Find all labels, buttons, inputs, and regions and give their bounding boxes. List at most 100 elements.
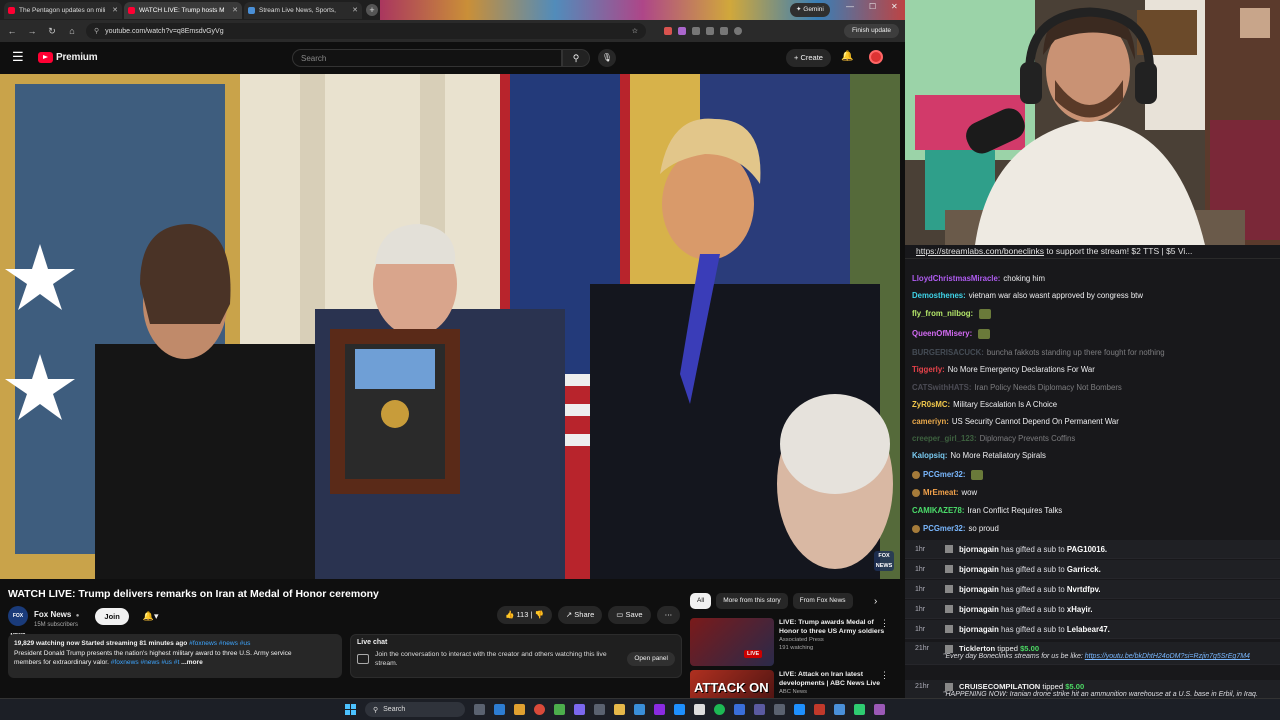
puzzle-icon[interactable] <box>720 27 728 35</box>
spotify-icon[interactable] <box>714 704 725 715</box>
microphone-icon[interactable]: 🎙 <box>598 49 616 67</box>
app-icon[interactable] <box>794 704 805 715</box>
browser-tab[interactable]: Stream Live News, Sports, ✕ <box>244 1 362 19</box>
avatar[interactable] <box>869 50 883 64</box>
app-icon[interactable] <box>854 704 865 715</box>
close-tab-icon[interactable]: ✕ <box>232 6 238 14</box>
windows-start-icon[interactable] <box>345 704 356 715</box>
search-icon[interactable]: ⚲ <box>562 49 590 67</box>
gifter-name[interactable]: bjornagain <box>959 585 999 594</box>
open-panel-button[interactable]: Open panel <box>627 652 675 666</box>
chat-username[interactable]: Kalopsiq: <box>912 451 948 461</box>
video-thumbnail[interactable]: ATTACK ON <box>690 670 774 698</box>
share-button[interactable]: ↗ Share <box>557 606 603 624</box>
chat-username[interactable]: ZyR0sMC: <box>912 400 950 410</box>
description-box[interactable]: 19,829 watching now Started streaming 81… <box>8 634 342 678</box>
extension-icon[interactable] <box>706 27 714 35</box>
app-icon[interactable] <box>834 704 845 715</box>
menu-icon[interactable]: ☰ <box>12 49 28 65</box>
gifter-name[interactable]: bjornagain <box>959 545 999 554</box>
app-icon[interactable] <box>514 704 525 715</box>
app-icon[interactable] <box>754 704 765 715</box>
gifter-name[interactable]: bjornagain <box>959 605 999 614</box>
gifter-name[interactable]: bjornagain <box>959 565 999 574</box>
chat-username[interactable]: CAMIKAZE78: <box>912 506 964 516</box>
folder-icon[interactable] <box>614 704 625 715</box>
home-icon[interactable]: ⌂ <box>66 26 78 36</box>
extension-icon[interactable] <box>692 27 700 35</box>
gemini-button[interactable]: ✦ Gemini <box>790 3 830 17</box>
more-vert-icon[interactable]: ⋮ <box>880 618 889 629</box>
chip-more-from-story[interactable]: More from this story <box>716 593 788 609</box>
more-link[interactable]: ...more <box>181 659 203 666</box>
tipper-name[interactable]: Ticklerton <box>959 644 995 653</box>
app-icon[interactable] <box>654 704 665 715</box>
chat-username[interactable]: BURGERISACUCK: <box>912 348 984 358</box>
chat-username[interactable]: Tiggerly: <box>912 365 945 375</box>
like-button[interactable]: 👍 113 | 👎 <box>497 606 552 624</box>
profile-icon[interactable] <box>734 27 742 35</box>
chat-username[interactable]: Demosthenes: <box>912 291 966 301</box>
chevron-right-icon[interactable]: › <box>874 596 877 607</box>
app-icon[interactable] <box>634 704 645 715</box>
reload-icon[interactable]: ↻ <box>46 26 58 37</box>
chat-username[interactable]: PCGmer32: <box>923 524 965 534</box>
app-icon[interactable] <box>554 704 565 715</box>
close-window-icon[interactable]: ✕ <box>891 2 898 11</box>
back-icon[interactable]: ← <box>6 26 18 36</box>
taskbar-search[interactable]: ⚲ Search <box>365 702 465 717</box>
chat-username[interactable]: LloydChristmasMiracle: <box>912 274 1000 284</box>
more-vert-icon[interactable]: ⋮ <box>880 670 889 681</box>
more-actions-button[interactable]: ⋯ <box>656 606 681 624</box>
streamlabs-link[interactable]: https://streamlabs.com/boneclinks <box>916 246 1044 256</box>
chat-username[interactable]: creeper_girl_123: <box>912 434 977 444</box>
youtube-logo[interactable]: Premium <box>38 51 98 63</box>
chrome-icon[interactable] <box>534 704 545 715</box>
app-icon[interactable] <box>594 704 605 715</box>
app-icon[interactable] <box>774 704 785 715</box>
site-info-icon[interactable]: ⚲ <box>94 27 99 35</box>
channel-avatar[interactable]: FOX NEWS <box>8 606 28 639</box>
recipient-name[interactable]: Lelabear47. <box>1067 625 1110 634</box>
finish-update-button[interactable]: Finish update <box>843 24 899 38</box>
thumbs-down-icon[interactable]: 👎 <box>535 610 544 619</box>
chip-from-fox-news[interactable]: From Fox News <box>792 593 853 609</box>
app-icon[interactable] <box>814 704 825 715</box>
address-bar[interactable]: ⚲ youtube.com/watch?v=q8EmsdvGyVg ☆ <box>86 23 646 39</box>
recipient-name[interactable]: Garricck. <box>1067 565 1101 574</box>
tipper-name[interactable]: CRUISECOMPILATION <box>959 682 1040 691</box>
recipient-name[interactable]: Nvrtdfpv. <box>1067 585 1101 594</box>
minimize-icon[interactable]: — <box>846 2 854 11</box>
app-icon[interactable] <box>694 704 705 715</box>
chat-username[interactable]: QueenOfMisery: <box>912 329 972 339</box>
chat-username[interactable]: MrEmeat: <box>923 488 959 498</box>
video-player[interactable]: FOX NEWS <box>0 74 900 579</box>
video-thumbnail[interactable]: LIVE <box>690 618 774 666</box>
recommended-video[interactable]: LIVE LIVE: Trump awards Medal of Honor t… <box>690 618 895 668</box>
chat-username[interactable]: CATSwithHATS: <box>912 383 971 393</box>
chip-all[interactable]: All <box>690 593 712 609</box>
app-icon[interactable] <box>494 704 505 715</box>
hashtags[interactable]: #foxnews #news #us <box>189 640 250 647</box>
chat-username[interactable]: fly_from_nilbog: <box>912 309 973 319</box>
search-input[interactable]: Search <box>292 49 562 67</box>
create-button[interactable]: + Create <box>786 49 831 67</box>
hashtags[interactable]: #foxnews #news #us #t <box>111 659 180 666</box>
extension-icon[interactable] <box>664 27 672 35</box>
recommended-video[interactable]: ATTACK ON LIVE: Attack on Iran latest de… <box>690 670 895 698</box>
notifications-bell-icon[interactable]: 🔔 <box>841 51 853 62</box>
task-view-icon[interactable] <box>474 704 485 715</box>
browser-tab-active[interactable]: WATCH LIVE: Trump hosts M ✕ <box>124 1 242 19</box>
gifter-name[interactable]: bjornagain <box>959 625 999 634</box>
extension-icon[interactable] <box>678 27 686 35</box>
chat-username[interactable]: cameriyn: <box>912 417 949 427</box>
chat-username[interactable]: PCGmer32: <box>923 470 965 480</box>
maximize-icon[interactable]: ☐ <box>869 2 876 11</box>
close-tab-icon[interactable]: ✕ <box>352 6 358 14</box>
channel-name[interactable]: Fox News <box>34 610 71 619</box>
new-tab-button[interactable]: + <box>366 4 378 16</box>
bookmark-star-icon[interactable]: ☆ <box>632 27 638 35</box>
recipient-name[interactable]: PAG10016. <box>1067 545 1107 554</box>
close-tab-icon[interactable]: ✕ <box>112 6 118 14</box>
tip-link[interactable]: https://youtu.be/bkDhtH24oDM?si=Rzjin7g5… <box>1085 653 1250 660</box>
